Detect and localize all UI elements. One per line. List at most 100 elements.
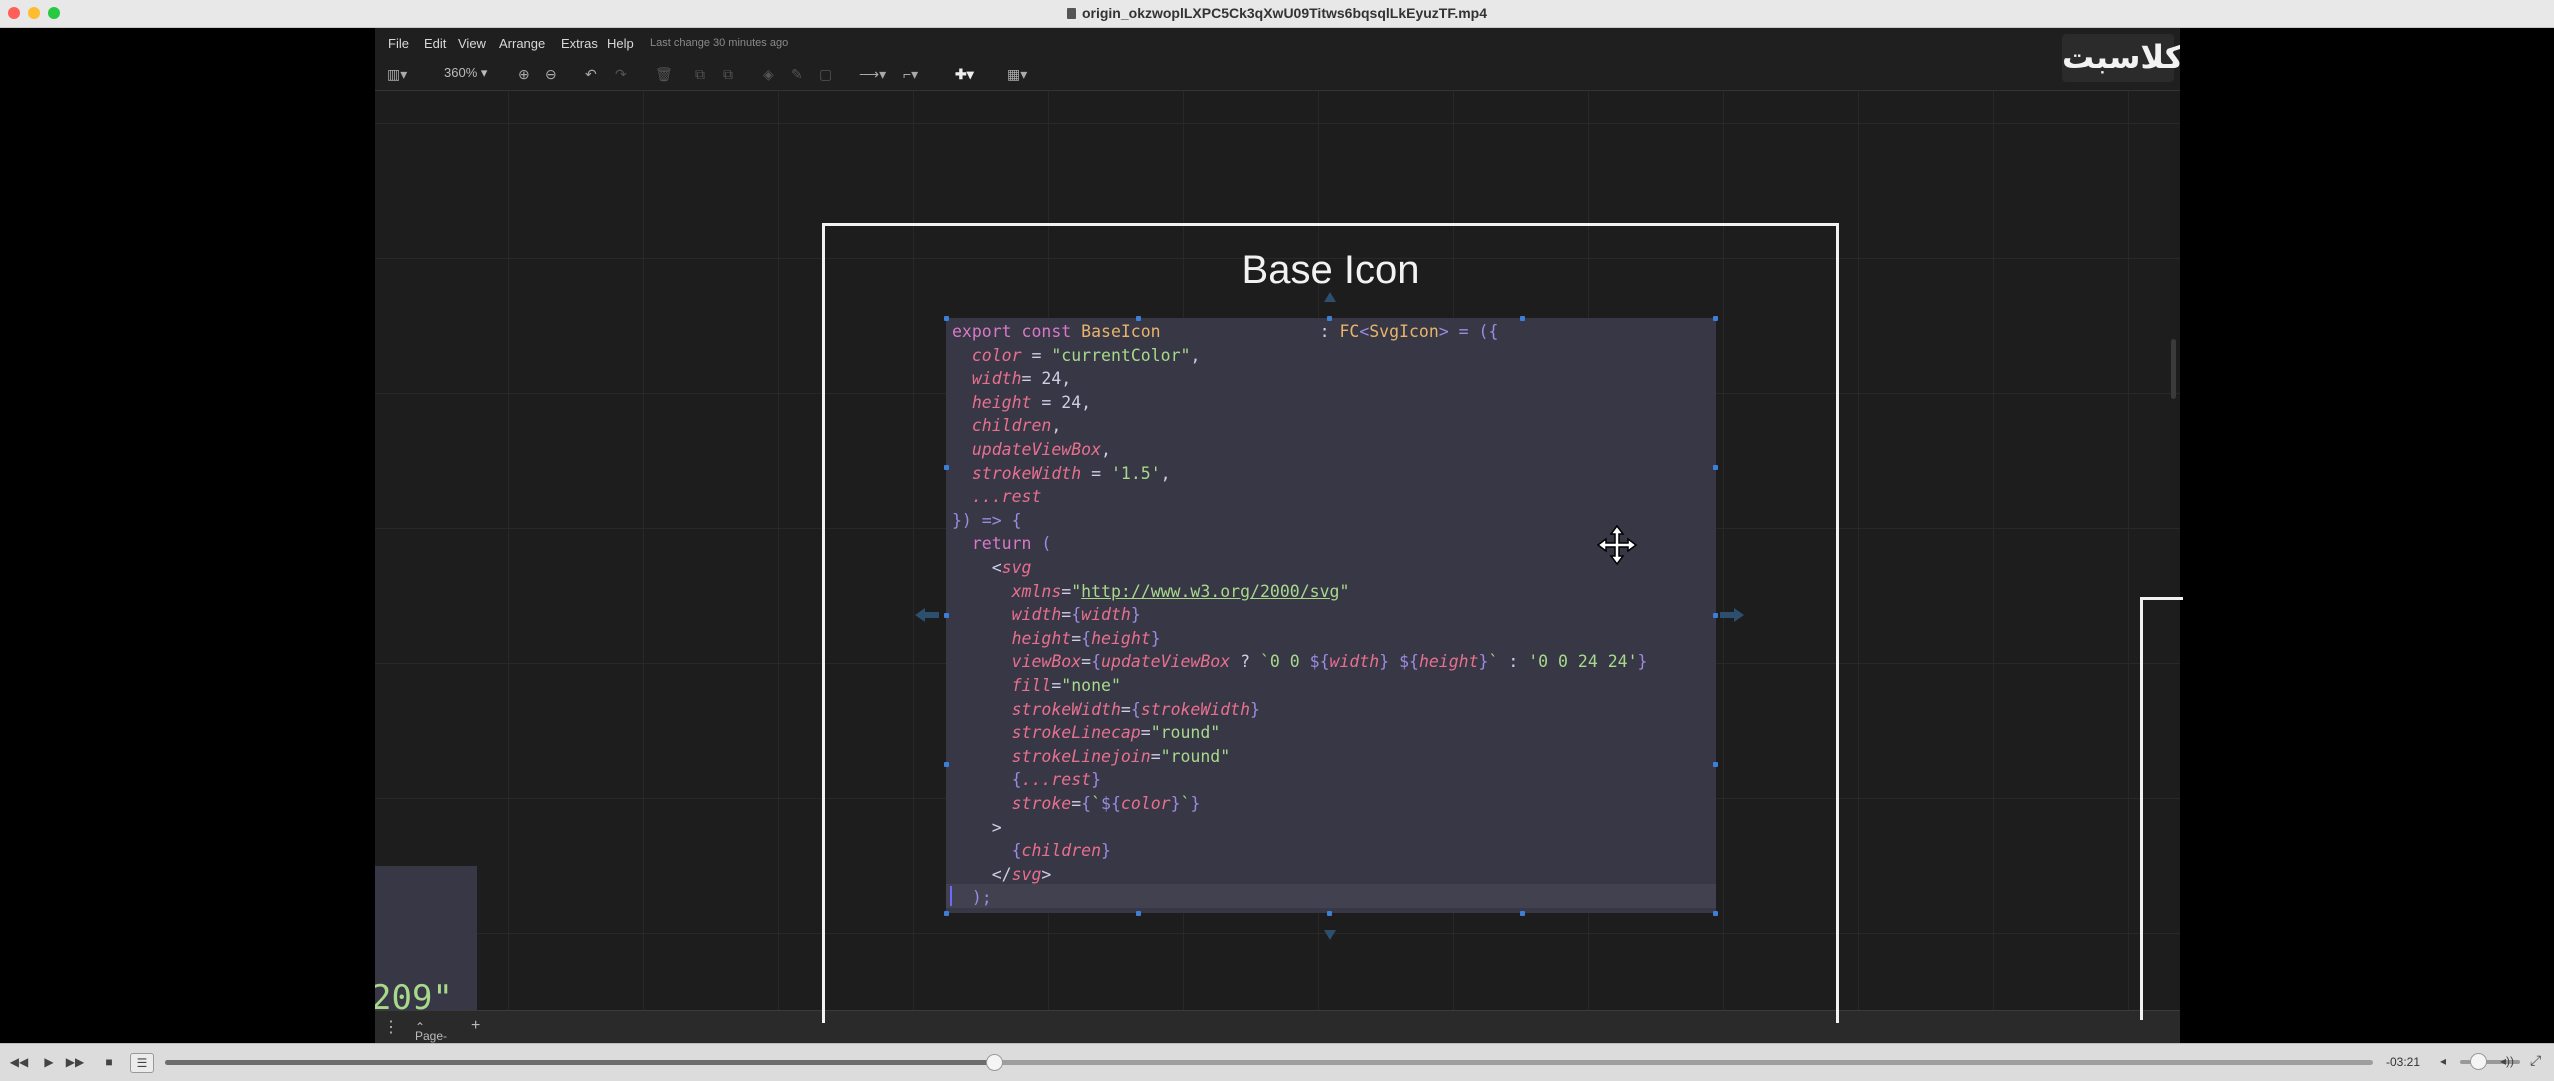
selection-handle[interactable]	[1136, 911, 1141, 916]
code-token: `	[1488, 652, 1499, 672]
code-line[interactable]: export const BaseIcon : FC<SvgIcon> = ({	[952, 322, 1498, 342]
fill-color-icon[interactable]: ◈	[763, 66, 774, 82]
add-page-icon[interactable]: +	[471, 1017, 480, 1035]
menu-arrange[interactable]: Arrange	[499, 36, 545, 51]
selection-handle[interactable]	[1520, 316, 1525, 321]
selection-handle[interactable]	[944, 613, 949, 618]
page-tab[interactable]: Page-1 ⌃	[415, 1020, 447, 1043]
code-line[interactable]: strokeWidth={strokeWidth}	[952, 700, 1260, 720]
code-line[interactable]: width= 24,	[952, 369, 1071, 389]
code-line[interactable]: stroke={`${color}`}	[952, 794, 1201, 814]
code-line[interactable]: ...rest	[952, 487, 1042, 507]
code-block[interactable]: export const BaseIcon : FC<SvgIcon> = ({…	[946, 318, 1716, 913]
active-line-highlight	[946, 884, 1716, 908]
code-line[interactable]: fill="none"	[952, 676, 1121, 696]
code-line[interactable]: viewBox={updateViewBox ? `0 0 ${width} $…	[952, 652, 1648, 672]
code-line[interactable]: height={height}	[952, 629, 1161, 649]
time-remaining: -03:21	[2386, 1055, 2421, 1069]
seek-bar-knob[interactable]	[986, 1054, 1003, 1071]
code-line[interactable]: {children}	[952, 841, 1111, 861]
code-token: strokeLinecap	[952, 723, 1141, 743]
code-token: updateViewBox	[1101, 652, 1231, 672]
code-token: export const	[952, 322, 1082, 341]
undo-icon[interactable]: ↶	[585, 66, 597, 82]
insert-icon[interactable]: ✚▾	[955, 66, 974, 82]
adjacent-frame[interactable]	[2140, 597, 2183, 1020]
selection-handle[interactable]	[1136, 316, 1141, 321]
code-line[interactable]: strokeWidth = '1.5',	[952, 464, 1171, 484]
selection-handle[interactable]	[1713, 316, 1718, 321]
code-token: height	[1418, 652, 1479, 672]
selection-handle[interactable]	[1713, 762, 1718, 767]
code-line[interactable]: </svg>	[952, 864, 1052, 885]
volume-high-icon[interactable]: ◂))	[2500, 1054, 2514, 1068]
offscreen-code-card[interactable]: 209"	[375, 866, 477, 1028]
menu-help[interactable]: Help	[607, 36, 634, 51]
code-token: =	[1061, 581, 1072, 601]
vertical-scrollbar[interactable]	[2171, 339, 2176, 399]
page-menu-icon[interactable]: ⋮	[383, 1017, 399, 1037]
clone-arrow-left-icon[interactable]	[913, 606, 941, 624]
code-token: }	[1637, 652, 1648, 672]
code-line[interactable]: }) => {	[952, 511, 1022, 531]
code-token: >	[1041, 864, 1052, 884]
code-line[interactable]: children,	[952, 416, 1061, 436]
code-line[interactable]: return (	[952, 534, 1051, 554]
selection-handle[interactable]	[1520, 911, 1525, 916]
playlist-button[interactable]: ☰	[130, 1053, 154, 1073]
selection-handle[interactable]	[1713, 465, 1718, 470]
volume-low-icon[interactable]: ◂	[2440, 1054, 2446, 1068]
selection-handle[interactable]	[1327, 911, 1332, 916]
selection-handle[interactable]	[944, 465, 949, 470]
code-token: strokeWidth	[952, 699, 1121, 719]
code-line[interactable]: >	[952, 818, 1002, 838]
menu-edit[interactable]: Edit	[424, 36, 446, 51]
code-line[interactable]: <svg	[952, 558, 1032, 578]
selection-handle[interactable]	[1327, 316, 1332, 321]
zoom-level-select[interactable]: 360% ▾	[444, 65, 487, 81]
code-line[interactable]: updateViewBox,	[952, 440, 1111, 460]
menu-extras[interactable]: Extras	[561, 36, 598, 51]
code-line[interactable]: width={width}	[952, 605, 1141, 625]
to-back-icon[interactable]: ⧉	[723, 66, 733, 82]
code-token: {	[952, 770, 1022, 790]
selection-handle[interactable]	[944, 762, 949, 767]
sidebar-toggle-icon[interactable]: ▥▾	[387, 66, 407, 82]
fullscreen-icon[interactable]: ⤢	[2530, 1052, 2541, 1069]
line-color-icon[interactable]: ✎	[791, 66, 803, 82]
clone-arrow-up-icon[interactable]	[1322, 290, 1338, 306]
code-line[interactable]: height = 24,	[952, 393, 1091, 413]
waypoints-icon[interactable]: ⌐▾	[903, 66, 918, 82]
selection-handle[interactable]	[944, 911, 949, 916]
to-front-icon[interactable]: ⧉	[695, 66, 705, 82]
code-line[interactable]: );	[952, 888, 992, 908]
code-line[interactable]: {...rest}	[952, 770, 1101, 790]
selection-handle[interactable]	[944, 316, 949, 321]
play-button[interactable]: ▶	[38, 1053, 60, 1071]
fast-forward-button[interactable]: ▶▶	[64, 1053, 86, 1071]
menu-view[interactable]: View	[458, 36, 486, 51]
code-line[interactable]: xmlns="http://www.w3.org/2000/svg"	[952, 581, 1350, 602]
code-line[interactable]: color = "currentColor",	[952, 346, 1201, 366]
video-player-controls: ◀◀ ▶ ▶▶ ■ ☰ -03:21 ◂ ◂)) ⤢	[0, 1043, 2554, 1081]
clone-arrow-right-icon[interactable]	[1718, 606, 1746, 624]
shadow-icon[interactable]: ▢	[819, 66, 832, 82]
table-icon[interactable]: ▦▾	[1007, 66, 1027, 82]
code-line[interactable]: strokeLinecap="round"	[952, 723, 1221, 743]
selection-handle[interactable]	[1713, 911, 1718, 916]
connection-icon[interactable]: ⟶▾	[859, 66, 886, 82]
code-token: >	[952, 817, 1002, 837]
zoom-in-icon[interactable]: ⊕	[518, 66, 530, 82]
stop-button[interactable]: ■	[98, 1053, 120, 1071]
redo-icon[interactable]: ↷	[615, 66, 627, 82]
code-token: :	[1498, 652, 1529, 672]
clone-arrow-down-icon[interactable]	[1322, 926, 1338, 942]
volume-slider-knob[interactable]	[2470, 1053, 2487, 1070]
zoom-out-icon[interactable]: ⊖	[545, 66, 557, 82]
rewind-button[interactable]: ◀◀	[8, 1053, 30, 1071]
menu-file[interactable]: File	[388, 36, 409, 51]
seek-bar[interactable]	[165, 1054, 2373, 1071]
delete-icon[interactable]: 🗑	[655, 66, 673, 82]
code-line[interactable]: strokeLinejoin="round"	[952, 747, 1231, 767]
last-change-status[interactable]: Last change 30 minutes ago	[650, 37, 788, 49]
